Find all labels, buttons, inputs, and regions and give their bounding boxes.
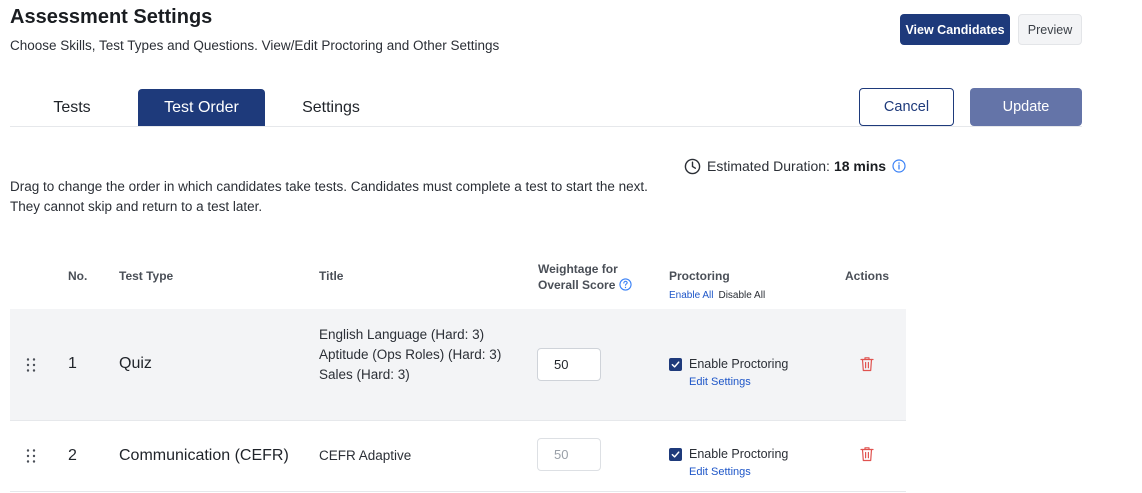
update-button[interactable]: Update bbox=[970, 88, 1082, 126]
help-icon[interactable] bbox=[619, 278, 633, 291]
drag-handle-icon[interactable] bbox=[25, 448, 37, 464]
row-title: CEFR Adaptive bbox=[319, 446, 509, 466]
duration-label: Estimated Duration: bbox=[707, 158, 830, 174]
column-header-title: Title bbox=[319, 269, 344, 283]
row-test-type: Communication (CEFR) bbox=[119, 447, 289, 464]
trash-icon[interactable] bbox=[860, 446, 874, 462]
row-number: 2 bbox=[68, 447, 77, 464]
disable-all-link[interactable]: Disable All bbox=[718, 290, 765, 301]
edit-settings-link[interactable]: Edit Settings bbox=[689, 466, 751, 478]
column-header-actions: Actions bbox=[845, 269, 890, 283]
enable-proctoring-label[interactable]: Enable Proctoring bbox=[689, 447, 788, 461]
row-title: English Language (Hard: 3) Aptitude (Ops… bbox=[319, 325, 509, 385]
enable-proctoring-checkbox[interactable] bbox=[669, 448, 682, 461]
enable-proctoring-checkbox[interactable] bbox=[669, 358, 682, 371]
cancel-button[interactable]: Cancel bbox=[859, 88, 954, 126]
duration-value: 18 mins bbox=[833, 158, 887, 174]
info-icon[interactable] bbox=[892, 159, 906, 173]
title-line: Sales (Hard: 3) bbox=[319, 367, 410, 382]
preview-button[interactable]: Preview bbox=[1018, 14, 1082, 45]
enable-all-link[interactable]: Enable All bbox=[669, 290, 713, 301]
title-line: Aptitude (Ops Roles) (Hard: 3) bbox=[319, 347, 502, 362]
enable-proctoring-label[interactable]: Enable Proctoring bbox=[689, 357, 788, 371]
table-row[interactable]: 2 Communication (CEFR) CEFR Adaptive Ena… bbox=[10, 421, 906, 492]
view-candidates-button[interactable]: View Candidates bbox=[900, 14, 1010, 45]
weightage-input[interactable] bbox=[537, 348, 601, 381]
row-number: 1 bbox=[68, 355, 77, 372]
checkmark-icon bbox=[671, 451, 680, 458]
edit-settings-link[interactable]: Edit Settings bbox=[689, 376, 751, 388]
column-header-weightage: Weightage for Overall Score bbox=[538, 261, 638, 293]
clock-icon bbox=[684, 158, 701, 174]
tab-tests[interactable]: Tests bbox=[34, 89, 110, 126]
page-subtitle: Choose Skills, Test Types and Questions.… bbox=[10, 38, 500, 53]
checkmark-icon bbox=[671, 361, 680, 368]
row-test-type: Quiz bbox=[119, 355, 152, 372]
tab-settings[interactable]: Settings bbox=[290, 89, 372, 126]
title-line: CEFR Adaptive bbox=[319, 448, 412, 463]
tab-test-order[interactable]: Test Order bbox=[138, 89, 265, 126]
drag-handle-icon[interactable] bbox=[25, 357, 37, 373]
weightage-header-label: Weightage for Overall Score bbox=[538, 262, 618, 292]
title-line: English Language (Hard: 3) bbox=[319, 327, 485, 342]
column-header-no: No. bbox=[68, 269, 88, 283]
page-title: Assessment Settings bbox=[10, 6, 213, 28]
column-header-test-type: Test Type bbox=[119, 269, 174, 283]
tab-divider bbox=[10, 126, 1082, 127]
estimated-duration: Estimated Duration: 18 mins bbox=[684, 157, 906, 175]
weightage-input bbox=[537, 438, 601, 471]
proctoring-bulk-links: Enable All Disable All bbox=[669, 290, 765, 301]
column-header-proctoring: Proctoring bbox=[669, 269, 730, 283]
instructions-text: Drag to change the order in which candid… bbox=[10, 179, 648, 214]
trash-icon[interactable] bbox=[860, 356, 874, 372]
table-row[interactable]: 1 Quiz English Language (Hard: 3) Aptitu… bbox=[10, 309, 906, 421]
